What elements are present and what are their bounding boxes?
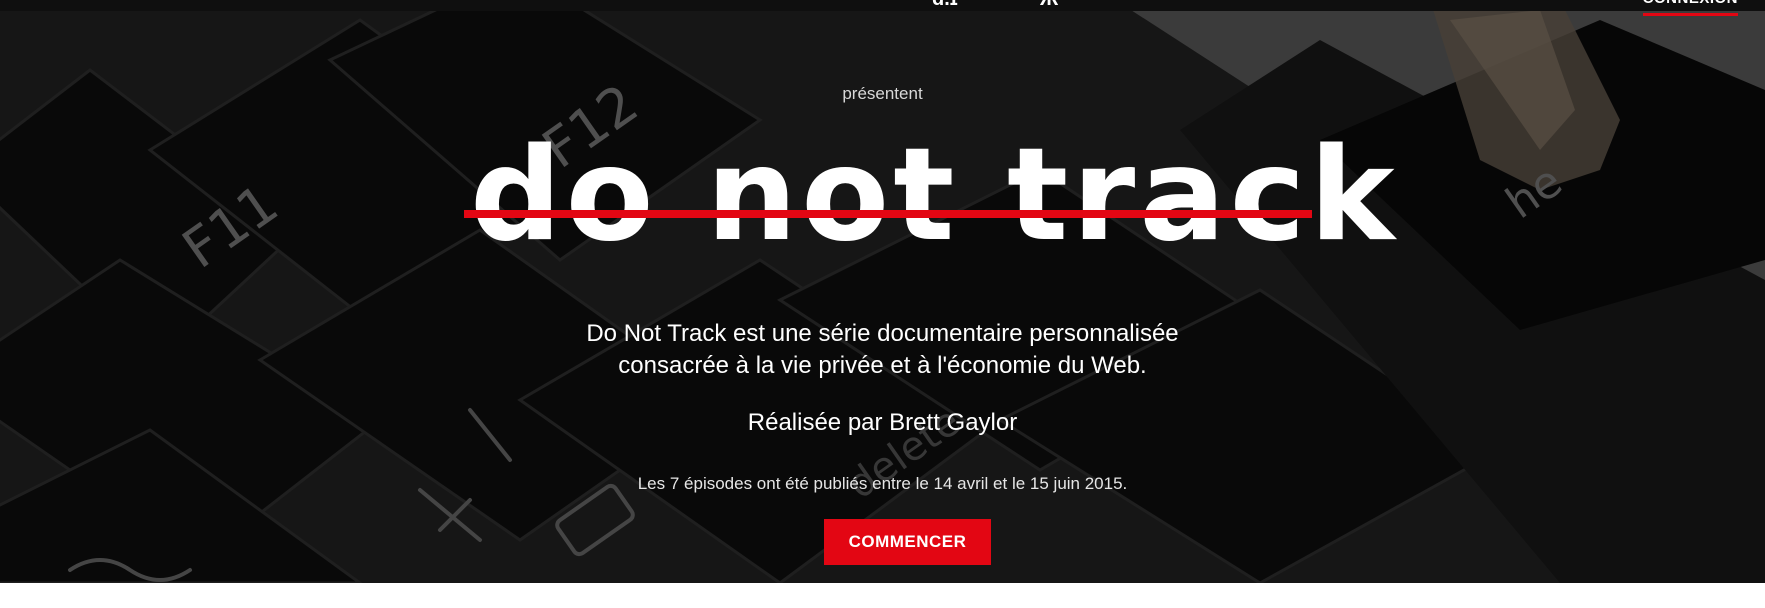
series-description: Do Not Track est une série documentaire … (0, 318, 1765, 382)
presents-text: présentent (842, 84, 923, 103)
hero-section: F11 F12 he delete ' ɑ.ɪ Ж CONNEXION prés… (0, 0, 1765, 583)
series-title-text: do not track (470, 121, 1399, 270)
series-title: do not track (464, 121, 1399, 270)
start-button[interactable]: COMMENCER (824, 519, 991, 565)
title-strikethrough-line (464, 210, 1312, 218)
partner-logo-fragment: Ж (1040, 0, 1058, 10)
partner-logo-fragment: ' (730, 0, 735, 10)
top-navigation-bar: ' ɑ.ɪ Ж CONNEXION (0, 0, 1765, 16)
description-line: consacrée à la vie privée et à l'économi… (618, 352, 1147, 379)
publication-dates: Les 7 épisodes ont été publiés entre le … (637, 474, 1128, 493)
director-credit: Réalisée par Brett Gaylor (747, 409, 1018, 436)
description-line: Do Not Track est une série documentaire … (586, 320, 1179, 347)
partner-logo-fragment: ɑ.ɪ (932, 0, 958, 10)
login-link[interactable]: CONNEXION (1642, 0, 1738, 16)
